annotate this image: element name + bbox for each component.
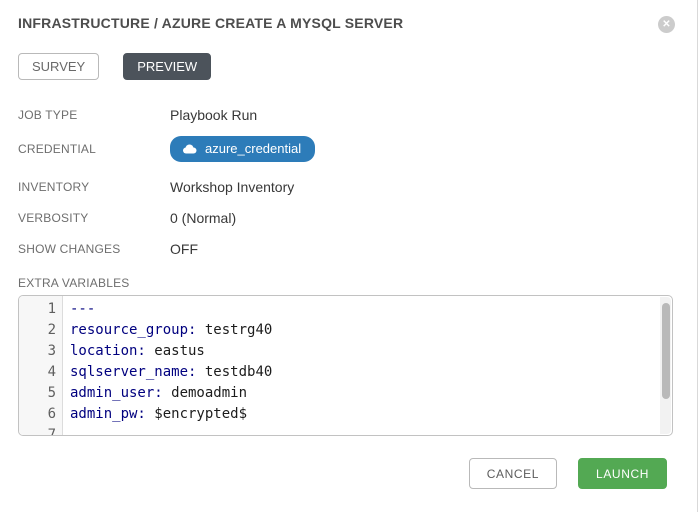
code-line: 3 location: eastus [19,341,672,362]
line-number: 6 [19,404,64,425]
tab-bar: SURVEY PREVIEW [18,53,673,80]
row-show-changes: SHOW CHANGES OFF [18,239,673,259]
line-number: 5 [19,383,64,404]
yaml-value: $encrypted$ [146,406,247,422]
line-number: 1 [19,299,64,320]
yaml-key: --- [70,301,95,317]
line-number: 4 [19,362,64,383]
modal-footer: CANCEL LAUNCH [18,458,667,489]
cancel-button[interactable]: CANCEL [469,458,557,489]
line-number: 2 [19,320,64,341]
row-verbosity: VERBOSITY 0 (Normal) [18,208,673,228]
yaml-key: location: [70,343,146,359]
row-credential: CREDENTIAL azure_credential [18,136,673,162]
launch-preview-modal: INFRASTRUCTURE / AZURE CREATE A MYSQL SE… [0,0,698,512]
tab-survey[interactable]: SURVEY [18,53,99,80]
yaml-value: testdb40 [196,364,272,380]
cloud-icon [182,144,197,154]
show-changes-label: SHOW CHANGES [18,242,170,256]
modal-header: INFRASTRUCTURE / AZURE CREATE A MYSQL SE… [18,15,673,37]
line-number: 3 [19,341,64,362]
row-inventory: INVENTORY Workshop Inventory [18,177,673,197]
editor-scrollbar-thumb[interactable] [662,303,670,399]
code-line: 1 --- [19,299,672,320]
editor-code-lines: 1 --- 2 resource_group: testrg40 3 locat… [19,296,672,436]
yaml-key: sqlserver_name: [70,364,196,380]
code-line: 4 sqlserver_name: testdb40 [19,362,672,383]
inventory-label: INVENTORY [18,180,170,194]
yaml-value: demoadmin [163,385,247,401]
show-changes-value: OFF [170,241,673,257]
inventory-value: Workshop Inventory [170,179,673,195]
verbosity-value: 0 (Normal) [170,210,673,226]
yaml-key: admin_pw: [70,406,146,422]
code-line: 5 admin_user: demoadmin [19,383,672,404]
verbosity-label: VERBOSITY [18,211,170,225]
credential-badge[interactable]: azure_credential [170,136,315,162]
credential-label: CREDENTIAL [18,142,170,156]
close-icon[interactable]: ✕ [658,16,675,33]
tab-preview[interactable]: PREVIEW [123,53,211,80]
line-number: 7 [19,425,64,436]
modal-title: INFRASTRUCTURE / AZURE CREATE A MYSQL SE… [18,15,673,31]
code-line: 6 admin_pw: $encrypted$ [19,404,672,425]
yaml-value: eastus [146,343,205,359]
job-details: JOB TYPE Playbook Run CREDENTIAL azu [18,105,673,259]
credential-badge-label: azure_credential [205,141,301,156]
extra-variables-editor[interactable]: 1 --- 2 resource_group: testrg40 3 locat… [18,295,673,436]
job-type-value: Playbook Run [170,107,673,123]
yaml-key: admin_user: [70,385,163,401]
extra-variables-label: EXTRA VARIABLES [18,276,673,290]
yaml-value: testrg40 [196,322,272,338]
code-line: 7 [19,425,672,436]
launch-button[interactable]: LAUNCH [578,458,667,489]
code-line: 2 resource_group: testrg40 [19,320,672,341]
yaml-key: resource_group: [70,322,196,338]
row-job-type: JOB TYPE Playbook Run [18,105,673,125]
job-type-label: JOB TYPE [18,108,170,122]
